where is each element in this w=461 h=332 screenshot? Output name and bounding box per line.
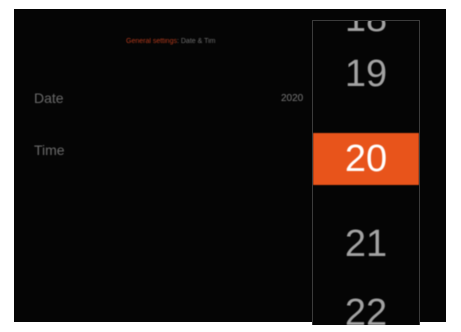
picker-item[interactable]: 18 (313, 21, 419, 45)
day-picker[interactable]: 18 19 20 21 22 (312, 20, 420, 325)
picker-item-selected[interactable]: 20 (313, 133, 419, 185)
picker-item[interactable]: 22 (313, 287, 419, 325)
date-row-value[interactable]: 2020 (281, 93, 303, 104)
time-row-label[interactable]: Time (34, 142, 65, 158)
breadcrumb-parent[interactable]: General settings (126, 38, 177, 45)
date-row-label[interactable]: Date (34, 90, 64, 106)
picker-item[interactable]: 19 (313, 48, 419, 100)
breadcrumb: General settings: Date & Tim (126, 38, 216, 45)
breadcrumb-current: Date & Tim (180, 38, 216, 45)
picker-item[interactable]: 21 (313, 218, 419, 270)
